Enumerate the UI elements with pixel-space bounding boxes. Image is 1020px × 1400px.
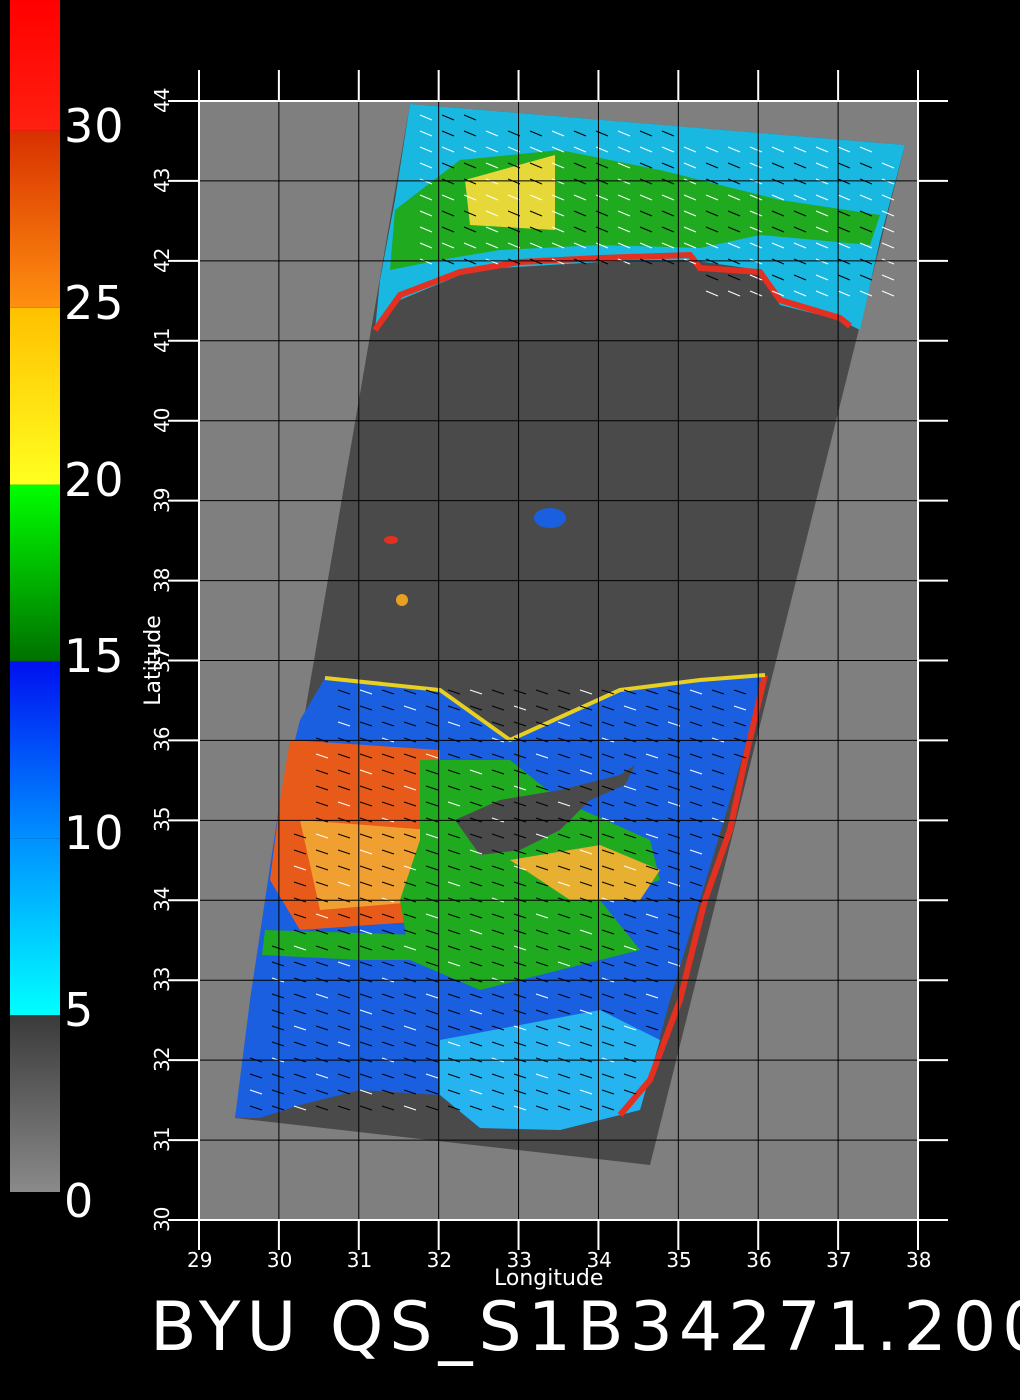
footer-caption: E BYU QS_S1B34271.200: [0, 1288, 1020, 1368]
lat-tick-label: 43: [150, 167, 174, 193]
lon-tick-label: 31: [346, 1248, 373, 1272]
lat-tick-label: 44: [150, 87, 174, 113]
lat-tick-label: 31: [150, 1126, 174, 1153]
small-lake-1: [384, 536, 398, 544]
lon-tick-label: 30: [266, 1248, 293, 1272]
lat-tick-label: 30: [150, 1206, 174, 1232]
lon-tick-label: 36: [746, 1248, 772, 1272]
lon-tick-label: 32: [426, 1248, 453, 1272]
lon-tick-label: 35: [666, 1248, 692, 1272]
footer-product-id: BYU QS_S1B34271.200: [150, 1288, 1020, 1367]
lake-tuz: [534, 508, 566, 528]
lat-tick-label: 35: [150, 806, 174, 833]
lat-tick-label: 32: [150, 1046, 174, 1073]
lat-tick-label: 38: [150, 567, 174, 593]
latitude-axis-title: Latitude: [140, 615, 166, 706]
lat-tick-label: 33: [150, 966, 174, 993]
lat-tick-label: 39: [150, 487, 174, 513]
lat-tick-label: 36: [150, 726, 174, 753]
lat-tick-label: 34: [150, 886, 174, 913]
footer-left-fragment: E: [0, 1288, 7, 1367]
lat-tick-label: 41: [150, 327, 174, 353]
lon-tick-label: 29: [187, 1248, 213, 1272]
lat-tick-label: 42: [150, 247, 174, 273]
lat-tick-label: 40: [150, 407, 174, 433]
small-lake-2: [396, 594, 408, 606]
lon-tick-label: 37: [826, 1248, 852, 1272]
lon-tick-label: 38: [906, 1248, 932, 1272]
